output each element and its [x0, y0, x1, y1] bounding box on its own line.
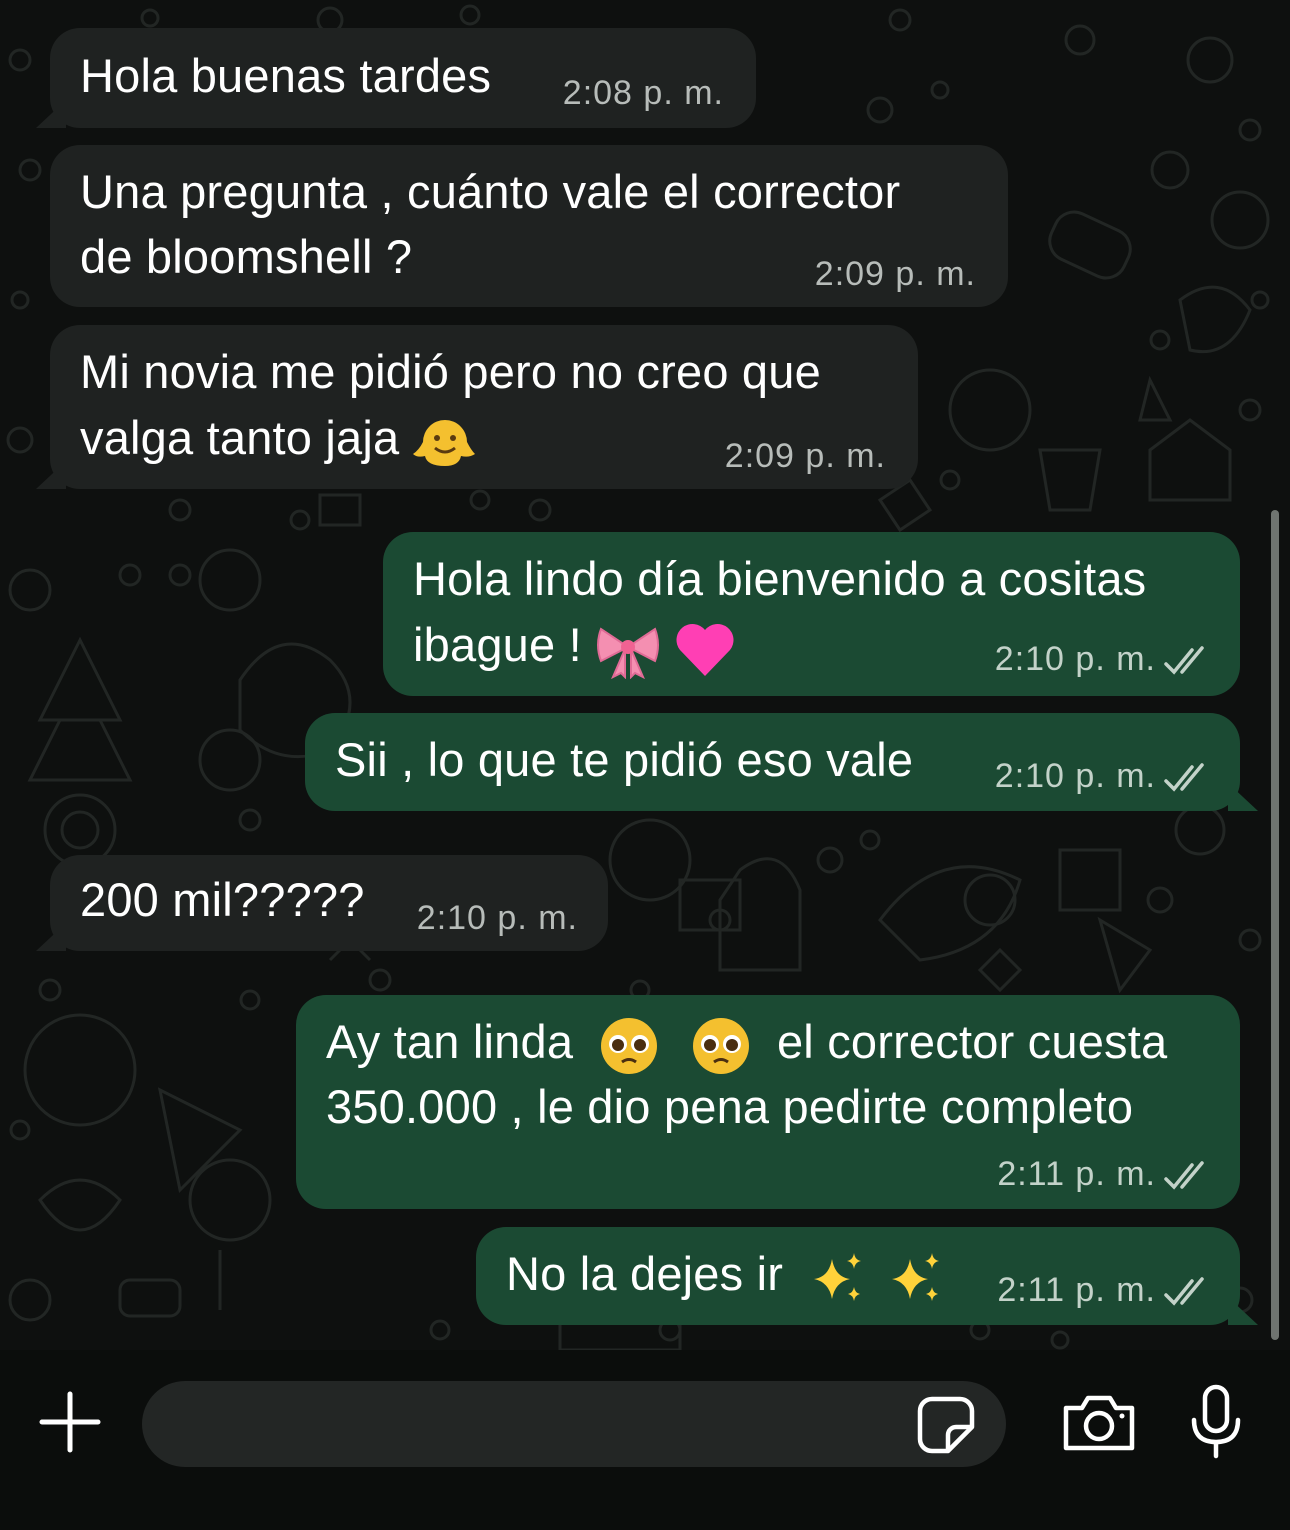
message-text: Ay tan linda el corrector cuesta [326, 1009, 1167, 1076]
outgoing-message[interactable]: Ay tan linda el corrector cuesta 350.000… [296, 995, 1240, 1209]
bubble-tail [36, 923, 66, 951]
message-time-text: 2:11 p. m. [997, 1271, 1156, 1309]
message-time-text: 2:10 p. m. [994, 757, 1156, 795]
message-text-line: Ay tan linda [326, 1015, 574, 1068]
message-text-line: el corrector cuesta [776, 1015, 1168, 1068]
message-time: 2:11 p. m. [997, 1271, 1210, 1310]
incoming-message[interactable]: Una pregunta , cuánto vale el corrector … [50, 145, 1008, 307]
message-text: de bloomshell ? [80, 230, 413, 283]
bubble-tail [1228, 783, 1258, 811]
bubble-tail [1228, 1297, 1258, 1325]
scrollbar[interactable] [1271, 510, 1279, 1340]
sparkles-emoji-icon [814, 1252, 862, 1301]
message-time-text: 2:10 p. m. [994, 640, 1156, 678]
melting-face-emoji-icon [412, 419, 475, 466]
double-check-icon [1164, 763, 1204, 792]
outgoing-message[interactable]: No la dejes ir 2:11 p. m. [476, 1227, 1258, 1325]
pink-heart-emoji-icon [676, 623, 734, 676]
chat-area: Hola buenas tardes 2:08 p. m. Una pregun… [0, 0, 1290, 1350]
message-time: 2:10 p. m. [416, 899, 578, 937]
message-time: 2:11 p. m. [997, 1155, 1210, 1194]
message-time: 2:08 p. m. [562, 74, 724, 112]
message-text-line: No la dejes ir [506, 1247, 784, 1300]
plus-icon[interactable] [38, 1390, 102, 1454]
incoming-message[interactable]: 200 mil????? 2:10 p. m. [36, 855, 608, 951]
message-text-line: ibague ! [413, 618, 582, 671]
sticker-icon[interactable] [916, 1395, 976, 1455]
microphone-icon[interactable] [1188, 1384, 1244, 1460]
message-input-box[interactable] [142, 1381, 1006, 1469]
bubble-tail [36, 100, 66, 128]
message-text: 200 mil????? [80, 873, 365, 926]
message-input[interactable] [172, 1381, 916, 1469]
camera-icon[interactable] [1060, 1392, 1138, 1454]
message-text: Hola buenas tardes [80, 49, 492, 102]
sparkles-emoji-icon [891, 1252, 939, 1301]
message-time: 2:09 p. m. [724, 437, 886, 475]
double-check-icon [1164, 1161, 1204, 1190]
pleading-face-emoji-icon [601, 1017, 658, 1074]
double-check-icon [1164, 1277, 1204, 1306]
message-text: Hola lindo día bienvenido a cositas [413, 552, 1147, 605]
message-time-text: 2:11 p. m. [997, 1155, 1156, 1193]
double-check-icon [1164, 646, 1204, 675]
outgoing-message[interactable]: Hola lindo día bienvenido a cositas ibag… [383, 532, 1240, 696]
message-text: 350.000 , le dio pena pedirte completo [326, 1080, 1134, 1133]
message-text-line: valga tanto jaja [80, 411, 400, 464]
message-time: 2:09 p. m. [814, 255, 976, 293]
message-text: Sii , lo que te pidió eso vale [335, 733, 914, 786]
message-text: No la dejes ir [506, 1241, 946, 1307]
bubble-tail [36, 461, 66, 489]
message-time: 2:10 p. m. [995, 640, 1210, 679]
outgoing-message[interactable]: Sii , lo que te pidió eso vale 2:10 p. m… [305, 713, 1258, 811]
incoming-message[interactable]: Hola buenas tardes 2:08 p. m. [36, 28, 756, 128]
ribbon-emoji-icon [597, 627, 660, 679]
message-text: ibague ! [413, 612, 736, 679]
incoming-message[interactable]: Mi novia me pidió pero no creo que valga… [36, 325, 918, 489]
pleading-face-emoji-icon [692, 1017, 749, 1074]
message-text: Una pregunta , cuánto vale el corrector [80, 165, 901, 218]
message-text: valga tanto jaja [80, 405, 477, 472]
message-time: 2:10 p. m. [995, 757, 1210, 796]
message-text: Mi novia me pidió pero no creo que [80, 345, 821, 398]
